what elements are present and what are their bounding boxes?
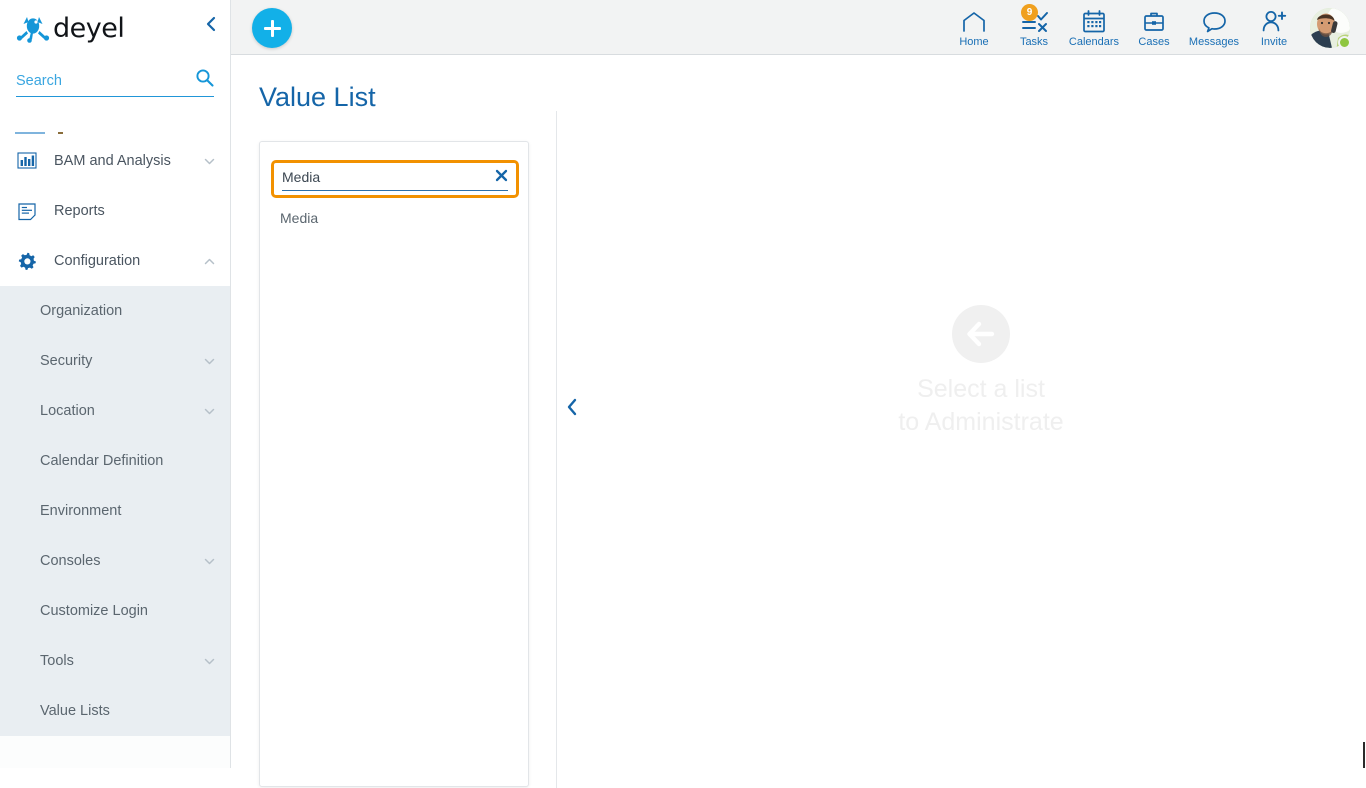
chevron-down-icon[interactable] [203,555,216,568]
panel-divider [556,111,557,788]
add-new-button[interactable] [252,8,292,48]
sidebar-item-label: BAM and Analysis [54,153,203,169]
header-nav-label: Invite [1261,36,1287,48]
empty-state-text: Select a list to Administrate [898,373,1063,439]
chevron-down-icon[interactable] [203,405,216,418]
brand-name: deyel [53,13,124,44]
top-header-bar: Home 9 Tasks [231,0,1366,55]
sidebar-item-bam-and-analysis[interactable]: BAM and Analysis [0,136,230,186]
chevron-down-icon[interactable] [203,655,216,668]
header-navigation: Home 9 Tasks [944,0,1356,55]
header-nav-tasks[interactable]: 9 Tasks [1004,0,1064,55]
sidebar-item-organization[interactable]: Organization [0,286,230,336]
header-nav-calendars[interactable]: Calendars [1064,0,1124,55]
empty-state-line-1: Select a list [898,373,1063,406]
filter-input-wrapper[interactable] [282,167,508,191]
chevron-up-icon[interactable] [203,255,216,268]
gear-icon [16,250,38,272]
user-avatar-button[interactable] [1304,0,1356,55]
empty-state-placeholder: Select a list to Administrate [791,305,1171,439]
sidebar-subitem-label: Location [40,403,203,419]
sidebar-item-location[interactable]: Location [0,386,230,436]
sidebar-subitem-label: Environment [40,503,216,519]
header-nav-label: Cases [1138,36,1169,48]
sidebar-subitem-label: Value Lists [40,703,216,719]
frog-logo-icon [16,13,50,43]
sidebar-subitem-label: Tools [40,653,203,669]
sidebar-item-reports[interactable]: Reports [0,186,230,236]
sidebar-nav-scroll[interactable]: BAM and Analysis Reports [0,114,230,768]
search-input[interactable] [16,73,186,89]
search-field-wrapper[interactable] [16,73,214,97]
sidebar-search-row [0,56,230,114]
sidebar-item-consoles[interactable]: Consoles [0,536,230,586]
empty-state-line-2: to Administrate [898,406,1063,439]
chevron-down-icon[interactable] [203,155,216,168]
sidebar-subitem-label: Calendar Definition [40,453,216,469]
tasks-count-badge: 9 [1021,4,1038,21]
header-nav-label: Messages [1189,36,1239,48]
sidebar-item-security[interactable]: Security [0,336,230,386]
close-x-icon[interactable] [489,169,508,185]
sidebar-subitem-label: Security [40,353,203,369]
sidebar-subitem-label: Consoles [40,553,203,569]
list-item[interactable]: Media [280,210,318,226]
search-icon[interactable] [195,68,214,92]
header-nav-cases[interactable]: Cases [1124,0,1184,55]
main-content-area: Value List Media [231,55,1366,768]
sidebar-subitem-label: Customize Login [40,603,216,619]
filter-input[interactable] [282,169,489,185]
header-nav-home[interactable]: Home [944,0,1004,55]
left-sidebar: deyel [0,0,231,768]
chevron-down-icon[interactable] [203,355,216,368]
sidebar-subitem-label: Organization [40,303,216,319]
calendar-icon [1082,7,1106,33]
header-nav-messages[interactable]: Messages [1184,0,1244,55]
header-nav-label: Tasks [1020,36,1048,48]
sidebar-collapse-chevron-left-icon[interactable] [206,16,216,35]
report-document-icon [16,200,38,222]
sidebar-item-tools[interactable]: Tools [0,636,230,686]
plus-icon-bar [264,27,281,30]
sidebar-item-calendar-definition[interactable]: Calendar Definition [0,436,230,486]
clipped-item-fragment [58,132,63,134]
sidebar-item-environment[interactable]: Environment [0,486,230,536]
sidebar-item-value-lists[interactable]: Value Lists [0,686,230,736]
brand-logo-row[interactable]: deyel [0,0,230,56]
sidebar-item-clipped-partial[interactable] [0,114,230,136]
value-list-filter-box[interactable] [271,160,519,198]
page-title: Value List [259,82,376,113]
briefcase-icon [1142,7,1166,33]
arrow-left-circle-icon [952,305,1010,363]
value-list-panel: Media [259,141,529,787]
online-status-dot [1338,36,1351,49]
header-nav-invite[interactable]: Invite [1244,0,1304,55]
bar-chart-icon [16,150,38,172]
sidebar-item-label: Reports [54,203,216,219]
home-icon [961,7,987,33]
configuration-submenu: Organization Security Location Calendar … [0,286,230,736]
tasks-checklist-icon: 9 [1019,7,1049,33]
header-nav-label: Home [959,36,988,48]
header-nav-label: Calendars [1069,36,1119,48]
clipped-item-underline [15,132,45,134]
sidebar-item-label: Configuration [54,253,203,269]
panel-collapse-chevron-left-icon[interactable] [566,398,578,420]
add-person-icon [1261,7,1287,33]
sidebar-item-customize-login[interactable]: Customize Login [0,586,230,636]
speech-bubble-icon [1202,7,1227,33]
sidebar-item-configuration[interactable]: Configuration [0,236,230,286]
page-right-edge-marker [1363,742,1365,768]
